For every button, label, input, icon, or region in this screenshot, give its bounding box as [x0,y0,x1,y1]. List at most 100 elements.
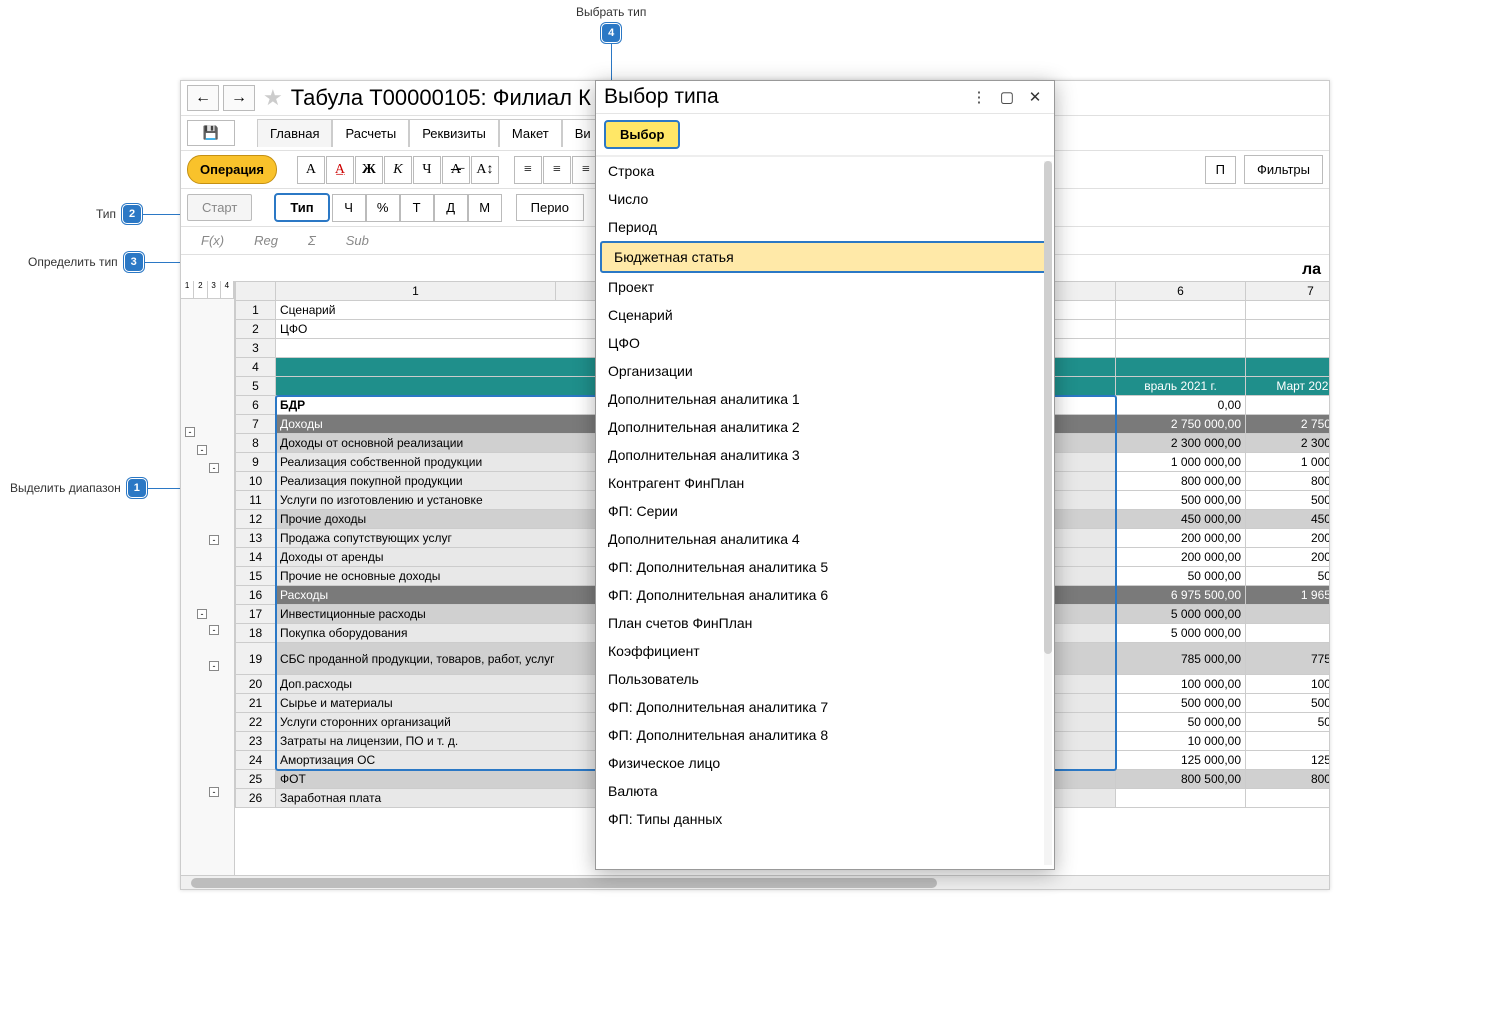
row-number[interactable]: 3 [236,339,276,358]
outline-toggle[interactable]: - [197,445,207,455]
row-number[interactable]: 20 [236,675,276,694]
dialog-item[interactable]: ФП: Серии [596,497,1054,525]
col-header-rownum[interactable] [236,282,276,301]
group-outline-column[interactable]: 1234 -------- [181,281,235,879]
row-number[interactable]: 5 [236,377,276,396]
row-number[interactable]: 18 [236,624,276,643]
row-number[interactable]: 26 [236,789,276,808]
align-button-0[interactable]: ≡ [514,156,542,184]
dialog-item[interactable]: ФП: Дополнительная аналитика 6 [596,581,1054,609]
cell-value-7[interactable]: 500 000,00 [1246,694,1330,713]
format-button-1[interactable]: A̲ [326,156,354,184]
cell-value-6[interactable]: 200 000,00 [1116,529,1246,548]
tab-3[interactable]: Макет [499,119,562,147]
dialog-item[interactable]: Число [596,185,1054,213]
cell-value-6[interactable]: враль 2021 г. [1116,377,1246,396]
save-button[interactable]: 💾 [187,120,235,146]
outline-toggle[interactable]: - [209,661,219,671]
dialog-item[interactable]: Бюджетная статья [600,241,1050,273]
cell-value-6[interactable]: 10 000,00 [1116,732,1246,751]
cell-value-7[interactable]: 50 000,00 [1246,567,1330,586]
cell-value-7[interactable]: 450 000,00 [1246,510,1330,529]
dialog-item[interactable]: Проект [596,273,1054,301]
row-number[interactable]: 4 [236,358,276,377]
cell-value-6[interactable]: 500 000,00 [1116,694,1246,713]
format-button-4[interactable]: Ч [413,156,441,184]
cell-value-7[interactable]: 200 000,00 [1246,529,1330,548]
row-number[interactable]: 17 [236,605,276,624]
dialog-item[interactable]: Контрагент ФинПлан [596,469,1054,497]
operation-button[interactable]: Операция [187,155,277,184]
row-number[interactable]: 11 [236,491,276,510]
dialog-item[interactable]: Период [596,213,1054,241]
cell-value-6[interactable]: 125 000,00 [1116,751,1246,770]
dialog-item[interactable]: Сценарий [596,301,1054,329]
row-number[interactable]: 12 [236,510,276,529]
dialog-more-icon[interactable]: ⋮ [968,88,990,106]
row-number[interactable]: 6 [236,396,276,415]
row-number[interactable]: 8 [236,434,276,453]
cell-value-7[interactable] [1246,339,1330,358]
dialog-scrollbar[interactable] [1044,161,1052,865]
align-button-1[interactable]: ≡ [543,156,571,184]
cell-value-7[interactable]: 2 300 000,00 [1246,434,1330,453]
row-number[interactable]: 23 [236,732,276,751]
cell-value-6[interactable] [1116,789,1246,808]
nav-forward-button[interactable]: → [223,85,255,111]
row-number[interactable]: 1 [236,301,276,320]
tab-1[interactable]: Расчеты [332,119,409,147]
sigma-label[interactable]: Σ [308,233,316,248]
col-header-6[interactable]: 6 [1116,282,1246,301]
type-small-button-3[interactable]: Д [434,194,468,222]
cell-value-6[interactable]: 0,00 [1116,396,1246,415]
cell-value-6[interactable]: 200 000,00 [1116,548,1246,567]
format-button-0[interactable]: A [297,156,325,184]
cell-value-7[interactable]: 2 750 000,00 [1246,415,1330,434]
fx-label[interactable]: F(x) [201,233,224,248]
row-number[interactable]: 10 [236,472,276,491]
row-number[interactable]: 15 [236,567,276,586]
sub-label[interactable]: Sub [346,233,369,248]
cell-value-7[interactable]: Март 2021 г. [1246,377,1330,396]
cell-value-6[interactable]: 1 000 000,00 [1116,453,1246,472]
cell-value-7[interactable] [1246,358,1330,377]
row-number[interactable]: 21 [236,694,276,713]
cell-value-7[interactable]: 775 000,00 [1246,643,1330,675]
tab-0[interactable]: Главная [257,119,332,147]
cell-value-7[interactable]: 0,00 [1246,624,1330,643]
cell-value-7[interactable]: 200 000,00 [1246,548,1330,567]
cell-value-6[interactable] [1116,320,1246,339]
cell-value-6[interactable]: 50 000,00 [1116,713,1246,732]
row-number[interactable]: 9 [236,453,276,472]
p-button[interactable]: П [1205,156,1236,184]
period-button[interactable]: Перио [516,194,584,221]
row-number[interactable]: 13 [236,529,276,548]
dialog-item[interactable]: ФП: Дополнительная аналитика 5 [596,553,1054,581]
reg-label[interactable]: Reg [254,233,278,248]
dialog-item[interactable]: Пользователь [596,665,1054,693]
row-number[interactable]: 16 [236,586,276,605]
dialog-item[interactable]: Организации [596,357,1054,385]
filters-button[interactable]: Фильтры [1244,155,1323,184]
dialog-item[interactable]: Дополнительная аналитика 4 [596,525,1054,553]
dialog-item[interactable]: Дополнительная аналитика 3 [596,441,1054,469]
dialog-select-button[interactable]: Выбор [604,120,680,149]
outline-toggle[interactable]: - [209,625,219,635]
horizontal-scrollbar[interactable] [181,875,1329,889]
format-button-5[interactable]: A̶ [442,156,470,184]
col-header-7[interactable]: 7 [1246,282,1330,301]
cell-value-7[interactable]: 800 000,00 [1246,472,1330,491]
outline-toggle[interactable]: - [209,535,219,545]
cell-value-7[interactable] [1246,320,1330,339]
dialog-item[interactable]: Дополнительная аналитика 2 [596,413,1054,441]
dialog-item[interactable]: Коэффициент [596,637,1054,665]
cell-value-6[interactable]: 800 500,00 [1116,770,1246,789]
cell-value-6[interactable]: 785 000,00 [1116,643,1246,675]
outline-toggle[interactable]: - [209,787,219,797]
dialog-item[interactable]: План счетов ФинПлан [596,609,1054,637]
type-button[interactable]: Тип [274,193,329,222]
outline-toggle[interactable]: - [209,463,219,473]
row-number[interactable]: 24 [236,751,276,770]
row-number[interactable]: 14 [236,548,276,567]
cell-value-7[interactable]: 125 000,00 [1246,751,1330,770]
